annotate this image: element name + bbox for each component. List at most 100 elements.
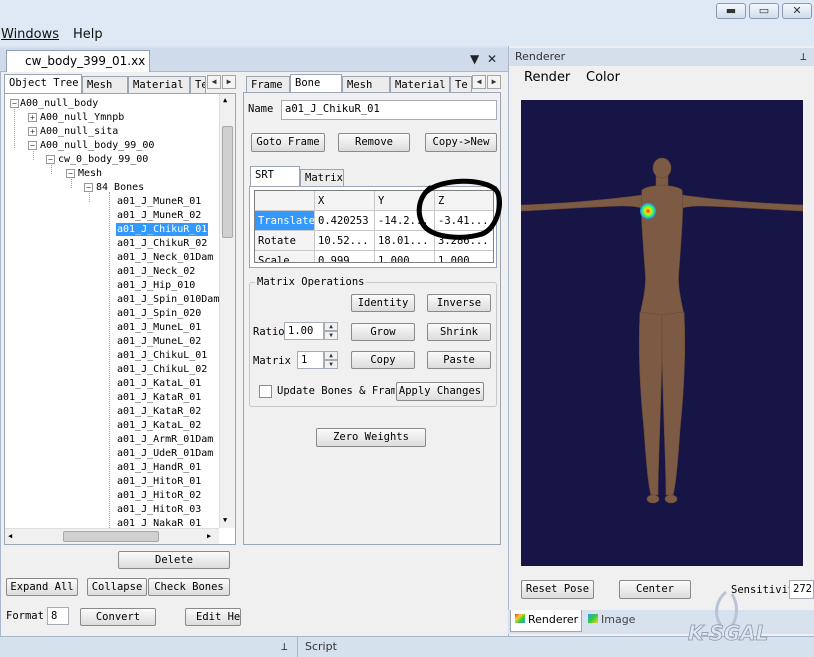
menu-windows[interactable]: Windows [1, 27, 59, 42]
menu-render[interactable]: Render [524, 70, 570, 85]
close-document-icon[interactable]: ✕ [487, 52, 497, 66]
matrix-down-icon[interactable]: ▼ [324, 360, 338, 369]
menu-color[interactable]: Color [586, 70, 620, 85]
tree-item[interactable]: a01_J_KataL_01 [117, 377, 201, 390]
tree-item[interactable]: a01_J_HitoR_01 [117, 475, 201, 488]
tree-item[interactable]: a01_J_HitoR_02 [117, 489, 201, 502]
expand-toggle-icon[interactable]: + [28, 127, 37, 136]
tree-item[interactable]: a01_J_Neck_01Dam [117, 251, 213, 264]
tree-item[interactable]: a01_J_ChikuR_02 [117, 237, 207, 250]
center-button[interactable]: Center [619, 580, 691, 599]
pin-icon[interactable]: ⊥ [800, 50, 807, 63]
tab-mesh[interactable]: Mesh [82, 76, 128, 94]
delete-button[interactable]: Delete [118, 551, 230, 569]
scroll-up-icon[interactable]: ▲ [223, 96, 227, 104]
cell-scale-z[interactable]: 1.000 [435, 251, 493, 262]
tab-renderer[interactable]: Renderer [510, 610, 582, 632]
scroll-thumb[interactable] [222, 126, 233, 238]
menu-help[interactable]: Help [73, 27, 103, 42]
reset-pose-button[interactable]: Reset Pose [521, 580, 594, 599]
matrix-number-field[interactable]: 1 [297, 351, 324, 369]
ratio-field[interactable]: 1.00 [284, 322, 324, 340]
tree-item[interactable]: a01_J_ChikuL_02 [117, 363, 207, 376]
ratio-down-icon[interactable]: ▼ [324, 331, 338, 340]
close-button[interactable]: ✕ [782, 3, 812, 19]
remove-button[interactable]: Remove [338, 133, 410, 152]
ratio-up-icon[interactable]: ▲ [324, 322, 338, 331]
pin-icon[interactable]: ⊥ [281, 640, 288, 653]
prop-tab-right-icon[interactable]: ▶ [487, 75, 501, 89]
object-tree[interactable]: − A00_null_body + A00_null_Ymnpb + A00_n… [4, 93, 236, 545]
scroll-right-icon[interactable]: ▶ [207, 532, 211, 540]
identity-button[interactable]: Identity [351, 294, 415, 312]
format-field[interactable]: 8 [47, 607, 69, 625]
expand-all-button[interactable]: Expand All [6, 578, 78, 596]
check-bones-button[interactable]: Check Bones [148, 578, 230, 596]
document-tab[interactable]: cw_body_399_01.xx [6, 50, 150, 72]
tree-item[interactable]: a01_J_Hip_010 [117, 279, 195, 292]
tab-srt[interactable]: SRT [250, 166, 300, 186]
cell-translate-x[interactable]: 0.420253 [315, 211, 375, 231]
copy-new-button[interactable]: Copy->New [425, 133, 497, 152]
update-bones-checkbox[interactable] [259, 385, 272, 398]
cell-scale-y[interactable]: 1.000 [375, 251, 435, 262]
cell-rotate-x[interactable]: 10.52... [315, 231, 375, 251]
goto-frame-button[interactable]: Goto Frame [251, 133, 325, 152]
tree-item[interactable]: a01_J_MuneL_02 [117, 335, 201, 348]
expand-toggle-icon[interactable]: + [28, 113, 37, 122]
collapse-toggle-icon[interactable]: − [28, 141, 37, 150]
tree-item-selected[interactable]: a01_J_ChikuR_01 [116, 223, 209, 236]
tree-item[interactable]: a01_J_HitoR_03 [117, 503, 201, 516]
tree-item[interactable]: A00_null_body [20, 97, 98, 110]
tree-item[interactable]: a01_J_MuneR_01 [117, 195, 201, 208]
tree-item[interactable]: A00_null_sita [40, 125, 118, 138]
shrink-button[interactable]: Shrink [427, 323, 491, 341]
tree-item[interactable]: a01_J_ArmR_01Dam [117, 433, 213, 446]
maximize-button[interactable]: ▭ [749, 3, 779, 19]
row-header-translate[interactable]: Translate [255, 211, 315, 231]
collapse-toggle-icon[interactable]: − [46, 155, 55, 164]
3d-viewport[interactable] [521, 100, 803, 566]
edit-hex-button[interactable]: Edit He [185, 608, 241, 626]
tab-scroll-left-icon[interactable]: ◀ [207, 75, 221, 89]
row-header-scale[interactable]: Scale [255, 251, 315, 262]
tree-item[interactable]: a01_J_MuneL_01 [117, 321, 201, 334]
tree-item[interactable]: a01_J_ChikuL_01 [117, 349, 207, 362]
tree-item[interactable]: a01_J_HandR_01 [117, 461, 201, 474]
scroll-left-icon[interactable]: ◀ [8, 532, 12, 540]
tab-image[interactable]: Image [584, 610, 642, 632]
bone-name-field[interactable]: a01_J_ChikuR_01 [281, 100, 497, 120]
tree-item[interactable]: Mesh [78, 167, 102, 180]
tab-scroll-right-icon[interactable]: ▶ [222, 75, 236, 89]
tree-item[interactable]: cw_0_body_99_00 [58, 153, 148, 166]
row-header-rotate[interactable]: Rotate [255, 231, 315, 251]
tree-item[interactable]: a01_J_KataR_01 [117, 391, 201, 404]
collapse-toggle-icon[interactable]: − [84, 183, 93, 192]
apply-changes-button[interactable]: Apply Changes [396, 382, 484, 401]
tree-item[interactable]: a01_J_UdeR_01Dam [117, 447, 213, 460]
scroll-down-icon[interactable]: ▼ [223, 516, 227, 524]
tree-item[interactable]: a01_J_Spin_010Dam [117, 293, 219, 306]
tree-item[interactable]: a01_J_KataL_02 [117, 419, 201, 432]
tab-texture[interactable]: Te [190, 76, 206, 94]
cell-scale-x[interactable]: 0.999 [315, 251, 375, 262]
tab-matrix[interactable]: Matrix [300, 169, 344, 187]
collapse-button[interactable]: Collapse [87, 578, 147, 596]
convert-button[interactable]: Convert [80, 608, 156, 626]
copy-button[interactable]: Copy [351, 351, 415, 369]
tab-object-tree[interactable]: Object Tree [4, 74, 82, 94]
tree-item[interactable]: a01_J_KataR_02 [117, 405, 201, 418]
prop-tab-left-icon[interactable]: ◀ [472, 75, 486, 89]
tree-item[interactable]: 84 Bones [96, 181, 144, 194]
inverse-button[interactable]: Inverse [427, 294, 491, 312]
tree-item[interactable]: A00_null_Ymnpb [40, 111, 124, 124]
minimize-button[interactable]: ▬ [716, 3, 746, 19]
tree-item[interactable]: A00_null_body_99_00 [40, 139, 154, 152]
tree-vertical-scrollbar[interactable]: ▲ ▼ [219, 94, 235, 528]
grow-button[interactable]: Grow [351, 323, 415, 341]
tree-item[interactable]: a01_J_Spin_020 [117, 307, 201, 320]
script-panel-label[interactable]: Script [305, 640, 337, 653]
tab-material[interactable]: Material [128, 76, 190, 94]
scroll-thumb[interactable] [63, 531, 159, 542]
collapse-toggle-icon[interactable]: − [66, 169, 75, 178]
